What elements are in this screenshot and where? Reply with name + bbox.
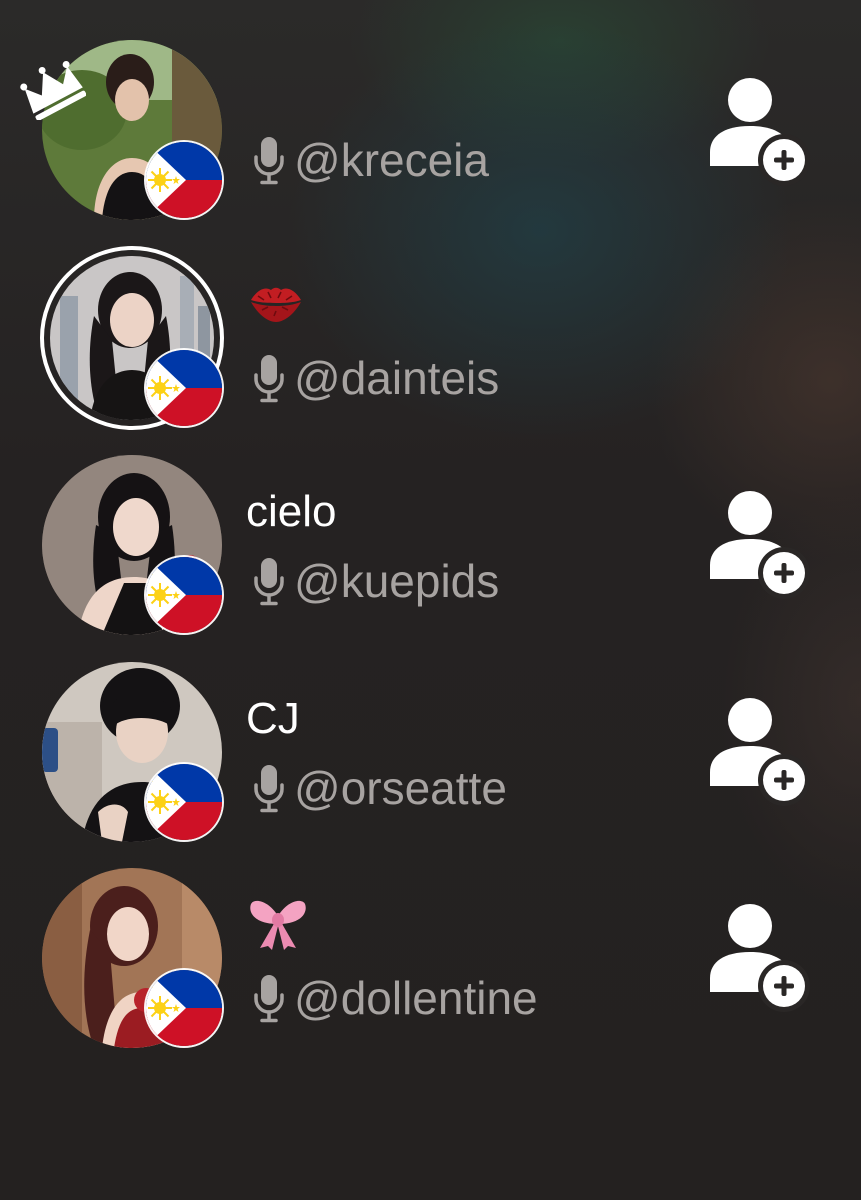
user-handle: @orseatte (294, 762, 507, 814)
microphone-icon (252, 135, 286, 185)
handle-line: @dainteis (252, 350, 499, 406)
philippines-flag-icon (146, 970, 222, 1046)
user-row[interactable]: cielo @kuepids (0, 455, 861, 645)
microphone-icon (252, 763, 286, 813)
user-handle: @kreceia (294, 134, 489, 186)
avatar-container[interactable] (40, 246, 224, 430)
add-friend-button[interactable] (710, 78, 810, 188)
user-handle: @dainteis (294, 352, 500, 404)
user-row[interactable]: @dollentine (0, 868, 861, 1058)
user-handle: @kuepids (294, 555, 500, 607)
handle-line: @kuepids (252, 553, 499, 609)
philippines-flag-icon (146, 764, 222, 840)
handle-line: @kreceia (252, 132, 489, 188)
microphone-icon (252, 973, 286, 1023)
user-row[interactable]: @kreceia (0, 40, 861, 230)
philippines-flag-icon (146, 142, 222, 218)
pink-ribbon-emoji (250, 900, 306, 950)
handle-line: @dollentine (252, 970, 538, 1026)
add-friend-button[interactable] (710, 698, 810, 808)
user-display-name: CJ (246, 694, 300, 743)
avatar-container[interactable] (42, 455, 222, 635)
add-friend-button[interactable] (710, 491, 810, 601)
kiss-mark-emoji (251, 287, 301, 322)
avatar-container[interactable] (42, 868, 222, 1048)
crown-icon (20, 60, 86, 120)
handle-line: @orseatte (252, 760, 507, 816)
user-row[interactable]: CJ @orseatte (0, 662, 861, 852)
user-list: @kreceia @dainteis cielo @kuepids CJ @or… (0, 0, 861, 1200)
user-row[interactable]: @dainteis (0, 246, 861, 438)
philippines-flag-icon (146, 557, 222, 633)
user-display-name: cielo (246, 487, 337, 536)
philippines-flag-icon (146, 350, 222, 426)
microphone-icon (252, 556, 286, 606)
user-handle: @dollentine (294, 972, 538, 1024)
avatar-container[interactable] (42, 662, 222, 842)
microphone-icon (252, 353, 286, 403)
add-friend-button[interactable] (710, 904, 810, 1014)
